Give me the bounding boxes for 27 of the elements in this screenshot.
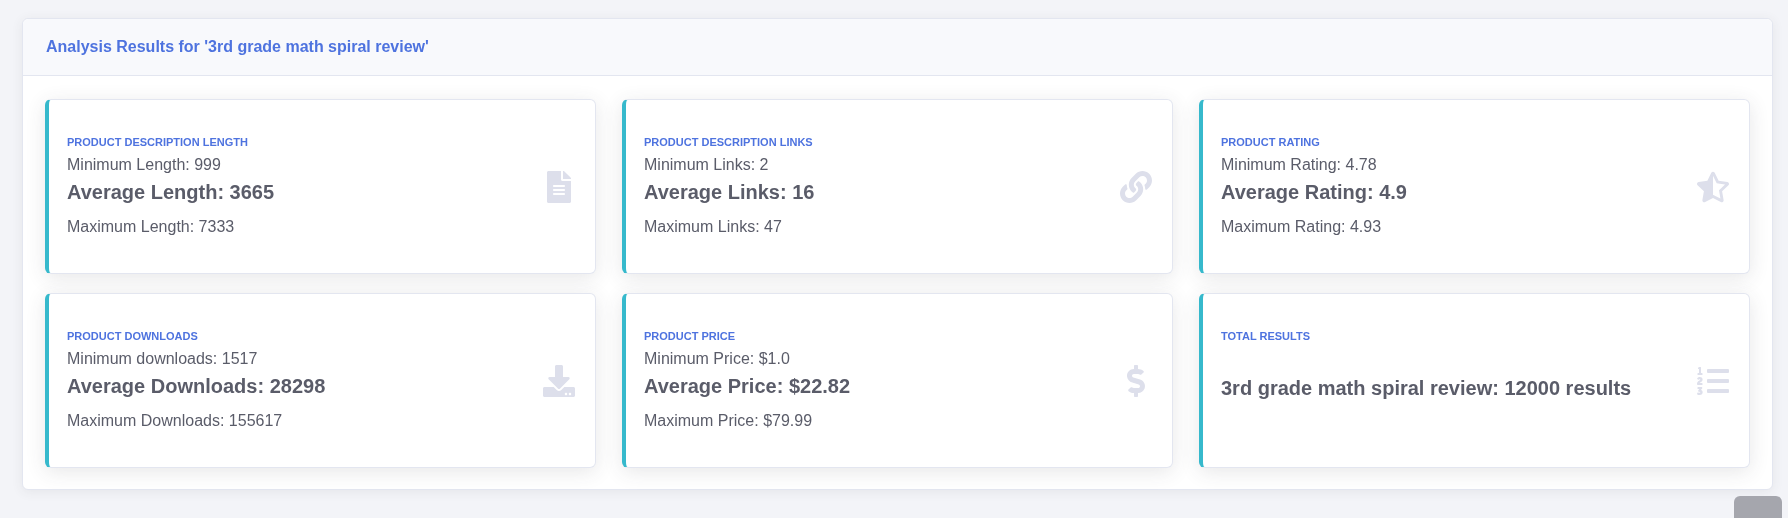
minimum-value: Minimum downloads: 1517 xyxy=(67,348,259,369)
download-icon xyxy=(543,364,575,397)
link-icon xyxy=(1120,170,1152,203)
minimum-value: Minimum Links: 2 xyxy=(644,154,770,175)
minimum-value: Minimum Length: 999 xyxy=(67,154,222,175)
minimum-value: Minimum Rating: 4.78 xyxy=(1221,154,1378,175)
maximum-value: Maximum Downloads: 155617 xyxy=(67,410,284,431)
average-value: Average Links: 16 xyxy=(644,179,815,205)
minimum-value: Minimum Price: $1.0 xyxy=(644,348,791,369)
numbered-list-icon xyxy=(1697,364,1729,397)
card-label: PRODUCT DOWNLOADS xyxy=(67,329,199,345)
card-label: PRODUCT DESCRIPTION LENGTH xyxy=(67,135,249,151)
card-label: PRODUCT PRICE xyxy=(644,329,737,345)
maximum-value: Maximum Length: 7333 xyxy=(67,216,236,237)
maximum-value: Maximum Links: 47 xyxy=(644,216,783,237)
card-label: TOTAL RESULTS xyxy=(1221,329,1312,344)
total-results: 3rd grade math spiral review: 12000 results xyxy=(1221,375,1632,401)
average-value: Average Downloads: 28298 xyxy=(67,373,326,399)
card-label: PRODUCT RATING xyxy=(1221,135,1321,151)
maximum-value: Maximum Price: $79.99 xyxy=(644,410,814,431)
average-value: Average Length: 3665 xyxy=(67,179,275,205)
average-value: Average Rating: 4.9 xyxy=(1221,179,1407,205)
panel-title: Analysis Results for '3rd grade math spiral review' xyxy=(46,37,429,57)
average-value: Average Price: $22.82 xyxy=(644,373,851,399)
half-star-icon xyxy=(1697,170,1729,203)
card-label: PRODUCT DESCRIPTION LINKS xyxy=(644,135,814,151)
maximum-value: Maximum Rating: 4.93 xyxy=(1221,216,1383,237)
